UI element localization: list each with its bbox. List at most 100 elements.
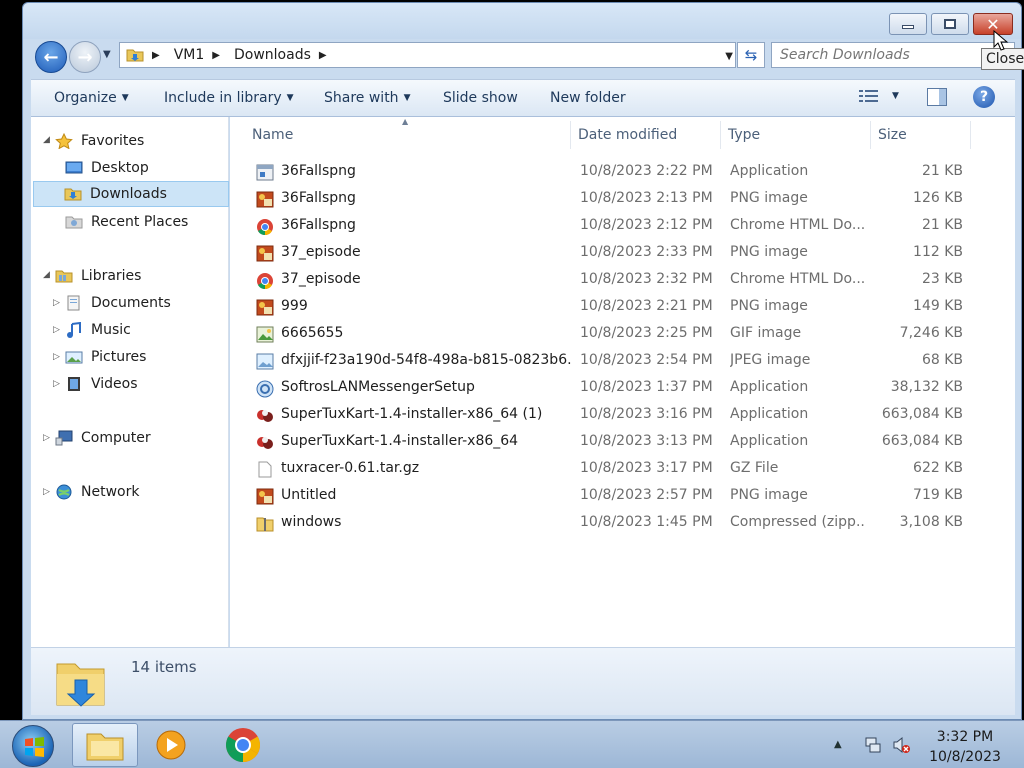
column-date-modified[interactable]: Date modified	[578, 127, 677, 143]
address-history-dropdown[interactable]: ▼	[725, 51, 733, 62]
file-row[interactable]: 6665655 10/8/2023 2:25 PM GIF image 7,246 K…	[246, 321, 976, 348]
file-name[interactable]: SuperTuxKart-1.4-installer-x86_64 (1)	[281, 406, 571, 422]
file-name[interactable]: SoftrosLANMessengerSetup	[281, 379, 571, 395]
column-name[interactable]: Name	[252, 127, 293, 143]
taskbar-media-player[interactable]	[138, 723, 204, 767]
file-name[interactable]: 36Fallspng	[281, 217, 571, 233]
file-type: Application	[730, 379, 809, 395]
nav-libraries[interactable]: Libraries	[55, 263, 141, 289]
back-button[interactable]: ←	[35, 41, 67, 73]
view-options-dropdown[interactable]: ▼	[892, 91, 899, 101]
file-row[interactable]: dfxjjif-f23a190d-54f8-498a-b815-0823b6..…	[246, 348, 976, 375]
nav-computer[interactable]: Computer	[55, 425, 151, 451]
help-button[interactable]: ?	[973, 86, 995, 108]
search-box[interactable]	[771, 42, 1015, 68]
preview-pane-button[interactable]	[927, 88, 947, 106]
taskbar-explorer[interactable]	[72, 723, 138, 767]
file-size: 3,108 KB	[899, 514, 963, 530]
nav-desktop[interactable]: Desktop	[65, 155, 149, 181]
expand-arrow-icon[interactable]: ▷	[53, 379, 60, 389]
expand-arrow-icon[interactable]: ▷	[43, 433, 50, 443]
refresh-button[interactable]: ⇆	[737, 42, 765, 68]
slide-show-button[interactable]: Slide show	[443, 90, 518, 106]
expand-arrow-icon[interactable]: ▷	[43, 487, 50, 497]
nav-favorites[interactable]: Favorites	[55, 128, 144, 154]
forward-button[interactable]: →	[69, 41, 101, 73]
title-bar[interactable]: ✕	[23, 3, 1021, 39]
file-name[interactable]: 37_episode	[281, 244, 571, 260]
file-row[interactable]: 37_episode 10/8/2023 2:32 PM Chrome HTML D…	[246, 267, 976, 294]
nav-videos[interactable]: Videos	[65, 371, 138, 397]
expand-arrow-icon[interactable]: ▷	[53, 298, 60, 308]
breadcrumb-label[interactable]: VM1	[174, 47, 205, 63]
file-row[interactable]: 36Fallspng 10/8/2023 2:13 PM PNG image 126 …	[246, 186, 976, 213]
expand-arrow-icon[interactable]: ▷	[53, 325, 60, 335]
taskbar-chrome[interactable]	[210, 723, 276, 767]
collapse-arrow-icon[interactable]: ◢	[43, 135, 50, 145]
file-name[interactable]: dfxjjif-f23a190d-54f8-498a-b815-0823b6..…	[281, 352, 571, 368]
column-divider[interactable]	[870, 121, 871, 149]
minimize-button[interactable]	[889, 13, 927, 35]
nav-network[interactable]: Network	[55, 479, 139, 505]
file-name[interactable]: 6665655	[281, 325, 571, 341]
nav-recent-places[interactable]: Recent Places	[65, 209, 188, 235]
file-row[interactable]: windows 10/8/2023 1:45 PM Compressed (zipp…	[246, 510, 976, 537]
computer-icon	[55, 430, 73, 446]
chevron-right-icon[interactable]: ▶	[212, 50, 220, 61]
file-row[interactable]: 36Fallspng 10/8/2023 2:22 PM Application 21…	[246, 159, 976, 186]
column-type[interactable]: Type	[728, 127, 760, 143]
expand-arrow-icon[interactable]: ▷	[53, 352, 60, 362]
file-name[interactable]: Untitled	[281, 487, 571, 503]
column-divider[interactable]	[570, 121, 571, 149]
maximize-button[interactable]	[931, 13, 969, 35]
file-name[interactable]: windows	[281, 514, 571, 530]
file-row[interactable]: SuperTuxKart-1.4-installer-x86_64 (1) 10/…	[246, 402, 976, 429]
breadcrumb-root-arrow[interactable]: ▶	[150, 50, 168, 61]
file-row[interactable]: Untitled 10/8/2023 2:57 PM PNG image 719 KB	[246, 483, 976, 510]
explorer-window: ✕ ← → ▼ ▶ VM1 ▶ Downloads ▶ ▼ ⇆ Organize ▼ …	[22, 2, 1022, 720]
jpeg-icon	[256, 353, 274, 370]
nav-music[interactable]: Music	[65, 317, 131, 343]
share-with-button[interactable]: Share with ▼	[324, 90, 410, 106]
change-view-icon[interactable]	[858, 88, 880, 106]
file-name[interactable]: 36Fallspng	[281, 163, 571, 179]
nav-documents[interactable]: Documents	[65, 290, 171, 316]
file-row[interactable]: 36Fallspng 10/8/2023 2:12 PM Chrome HTML D…	[246, 213, 976, 240]
breadcrumb-downloads[interactable]: Downloads ▶	[234, 47, 335, 63]
recent-pages-dropdown[interactable]: ▼	[103, 49, 111, 60]
address-bar[interactable]: ▶ VM1 ▶ Downloads ▶ ▼	[119, 42, 736, 68]
breadcrumb-vm1[interactable]: VM1 ▶	[174, 47, 228, 63]
file-name[interactable]: 37_episode	[281, 271, 571, 287]
start-button[interactable]	[12, 725, 54, 767]
share-with-label: Share with	[324, 90, 399, 106]
system-clock[interactable]: 3:32 PM 10/8/2023	[920, 727, 1010, 767]
chevron-right-icon[interactable]: ▶	[319, 50, 327, 61]
file-name[interactable]: SuperTuxKart-1.4-installer-x86_64	[281, 433, 571, 449]
downloads-folder-large-icon	[56, 663, 105, 707]
nav-downloads[interactable]: Downloads	[33, 181, 229, 207]
column-size[interactable]: Size	[878, 127, 907, 143]
include-in-library-button[interactable]: Include in library ▼	[164, 90, 294, 106]
breadcrumb-label[interactable]: Downloads	[234, 47, 311, 63]
volume-muted-icon[interactable]	[892, 736, 910, 754]
search-input[interactable]	[780, 47, 1014, 63]
file-row[interactable]: 37_episode 10/8/2023 2:33 PM PNG image 112 …	[246, 240, 976, 267]
file-name[interactable]: 36Fallspng	[281, 190, 571, 206]
show-hidden-icons-button[interactable]: ▲	[834, 739, 842, 750]
new-folder-button[interactable]: New folder	[550, 90, 626, 106]
nav-pictures[interactable]: Pictures	[65, 344, 146, 370]
file-name[interactable]: 999	[281, 298, 571, 314]
file-name[interactable]: tuxracer-0.61.tar.gz	[281, 460, 571, 476]
collapse-arrow-icon[interactable]: ◢	[43, 270, 50, 280]
file-date-modified: 10/8/2023 2:33 PM	[580, 244, 713, 260]
file-row[interactable]: SoftrosLANMessengerSetup 10/8/2023 1:37 P…	[246, 375, 976, 402]
column-divider[interactable]	[720, 121, 721, 149]
network-tray-icon[interactable]	[864, 736, 882, 754]
file-row[interactable]: tuxracer-0.61.tar.gz 10/8/2023 3:17 PM GZ …	[246, 456, 976, 483]
file-row[interactable]: SuperTuxKart-1.4-installer-x86_64 10/8/20…	[246, 429, 976, 456]
file-row[interactable]: 999 10/8/2023 2:21 PM PNG image 149 KB	[246, 294, 976, 321]
column-divider[interactable]	[970, 121, 971, 149]
file-type: Chrome HTML Do...	[730, 217, 865, 233]
maximize-icon	[944, 19, 956, 29]
organize-button[interactable]: Organize ▼	[54, 90, 129, 106]
